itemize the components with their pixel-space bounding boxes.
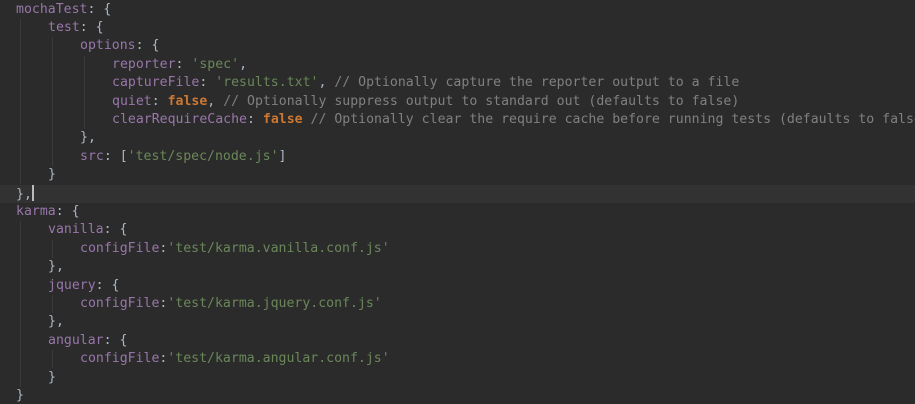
property-key: reporter (112, 56, 176, 72)
property-key: clearRequireCache (112, 111, 247, 127)
punctuation: : { (103, 222, 128, 238)
code-line[interactable]: }, (16, 184, 34, 203)
string-literal: 'test/karma.vanilla.conf.js' (167, 240, 390, 256)
property-key: test (48, 19, 80, 35)
property-key: captureFile (112, 75, 200, 91)
code-line[interactable]: } (48, 369, 56, 387)
indent-guide (84, 55, 85, 130)
punctuation: : { (135, 38, 160, 54)
punctuation: : { (87, 1, 112, 17)
property-key: karma (16, 203, 56, 219)
text-caret (31, 184, 34, 201)
string-literal: 'test/spec/node.js' (127, 148, 279, 164)
property-key: vanilla (48, 222, 104, 238)
punctuation: : { (79, 19, 104, 35)
string-literal: 'test/karma.angular.conf.js' (167, 351, 390, 367)
code-line[interactable]: test: { (48, 19, 104, 37)
property-key: angular (48, 332, 104, 348)
punctuation: }, (16, 186, 32, 202)
string-literal: 'results.txt' (215, 75, 319, 91)
punctuation: : { (55, 203, 80, 219)
code-line[interactable]: configFile:'test/karma.vanilla.conf.js' (80, 240, 390, 258)
code-line[interactable]: karma: { (16, 203, 80, 221)
property-key: configFile (80, 295, 160, 311)
punctuation: : (246, 111, 263, 127)
property-key: configFile (80, 351, 160, 367)
property-key: configFile (80, 240, 160, 256)
punctuation: } (48, 167, 56, 183)
punctuation: : [ (103, 148, 128, 164)
indent-guide (20, 18, 21, 185)
punctuation: : (175, 56, 192, 72)
code-line[interactable]: options: { (80, 37, 159, 55)
punctuation: : { (95, 277, 120, 293)
punctuation: }, (48, 259, 64, 275)
indent-guide (52, 239, 53, 259)
punctuation: : { (103, 332, 128, 348)
code-line[interactable]: }, (48, 313, 64, 331)
punctuation: } (16, 387, 24, 403)
punctuation: , (207, 93, 224, 109)
property-key: mochaTest (16, 1, 88, 17)
code-line[interactable]: angular: { (48, 332, 127, 350)
boolean-keyword: false (262, 111, 303, 127)
punctuation (303, 112, 311, 127)
indent-guide (52, 350, 53, 369)
comment: // Optionally clear the require cache be… (310, 111, 915, 127)
comment: // Optionally suppress output to standar… (223, 93, 740, 109)
punctuation: }, (80, 130, 96, 146)
property-key: options (80, 38, 136, 54)
code-editor[interactable]: mochaTest: {test: {options: {reporter: '… (0, 0, 915, 404)
indent-guide (52, 37, 53, 167)
code-line[interactable]: jquery: { (48, 277, 119, 295)
property-key: quiet (112, 93, 152, 109)
code-line[interactable]: quiet: false, // Optionally suppress out… (112, 93, 739, 111)
boolean-keyword: false (167, 93, 208, 109)
code-line[interactable]: }, (48, 258, 64, 276)
punctuation: ] (278, 148, 287, 164)
punctuation: , (239, 56, 248, 72)
punctuation: : (199, 75, 216, 91)
punctuation: : (151, 93, 168, 109)
punctuation: , (318, 75, 335, 91)
code-line[interactable]: } (16, 387, 24, 404)
string-literal: 'test/karma.jquery.conf.js' (167, 295, 382, 311)
punctuation: }, (48, 314, 64, 330)
code-line[interactable]: captureFile: 'results.txt', // Optionall… (112, 74, 739, 92)
property-key: jquery (48, 277, 96, 293)
code-line[interactable]: src: ['test/spec/node.js'] (80, 148, 286, 166)
code-line[interactable]: reporter: 'spec', (112, 56, 247, 74)
indent-guide (20, 221, 21, 387)
code-line[interactable]: configFile:'test/karma.angular.conf.js' (80, 350, 390, 368)
string-literal: 'spec' (191, 56, 240, 72)
property-key: src (80, 148, 104, 164)
code-line[interactable]: vanilla: { (48, 221, 127, 239)
comment: // Optionally capture the reporter outpu… (334, 75, 740, 91)
code-line[interactable]: } (48, 166, 56, 184)
code-line[interactable]: }, (80, 129, 96, 147)
punctuation: } (48, 369, 56, 385)
current-line-highlight (0, 184, 915, 203)
code-line[interactable]: configFile:'test/karma.jquery.conf.js' (80, 295, 382, 313)
code-line[interactable]: mochaTest: { (16, 1, 111, 19)
indent-guide (52, 294, 53, 314)
code-line[interactable]: clearRequireCache: false // Optionally c… (112, 111, 915, 129)
